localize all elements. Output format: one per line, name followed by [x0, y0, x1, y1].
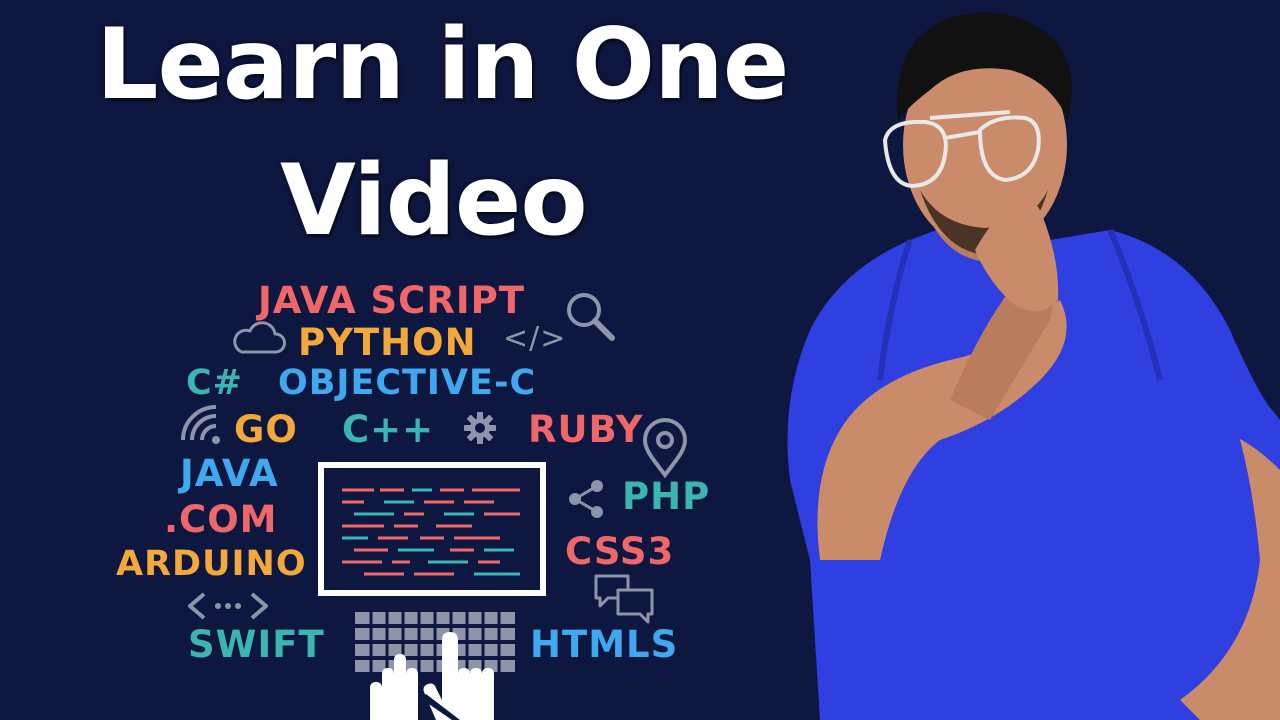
chat-bubbles-icon [592, 570, 658, 628]
label-csharp: C# [186, 363, 244, 403]
wifi-icon [180, 404, 224, 448]
thumbnail-canvas: Learn in One Video JAVA SCRIPT PYTHON </… [0, 0, 1280, 720]
code-tag-icon: </> [503, 321, 567, 356]
double-arrow-icon [186, 590, 270, 622]
label-dotcom: .COM [164, 498, 278, 541]
gear-icon [463, 411, 497, 445]
monitor-icon [318, 462, 546, 596]
label-css3: CSS3 [565, 530, 675, 573]
label-php: PHP [622, 475, 711, 518]
label-javascript: JAVA SCRIPT [258, 279, 525, 322]
share-icon [566, 478, 606, 520]
label-arduino: ARDUINO [116, 544, 307, 584]
magnifier-icon [562, 290, 618, 344]
cloud-icon [228, 318, 288, 358]
headline-line-2: Video [280, 144, 588, 258]
hand-cursor-icon [364, 630, 510, 720]
label-go: GO [234, 408, 298, 451]
label-ruby: RUBY [528, 408, 644, 451]
label-python: PYTHON [298, 321, 477, 364]
headline-line-1: Learn in One [96, 8, 789, 122]
label-objective-c: OBJECTIVE-C [278, 363, 537, 403]
label-htmls: HTMLS [530, 623, 679, 666]
label-swift: SWIFT [188, 623, 325, 666]
presenter-photo [780, 0, 1280, 720]
label-java: JAVA [180, 452, 279, 495]
location-pin-icon [640, 418, 690, 478]
label-cpp: C++ [342, 408, 435, 451]
